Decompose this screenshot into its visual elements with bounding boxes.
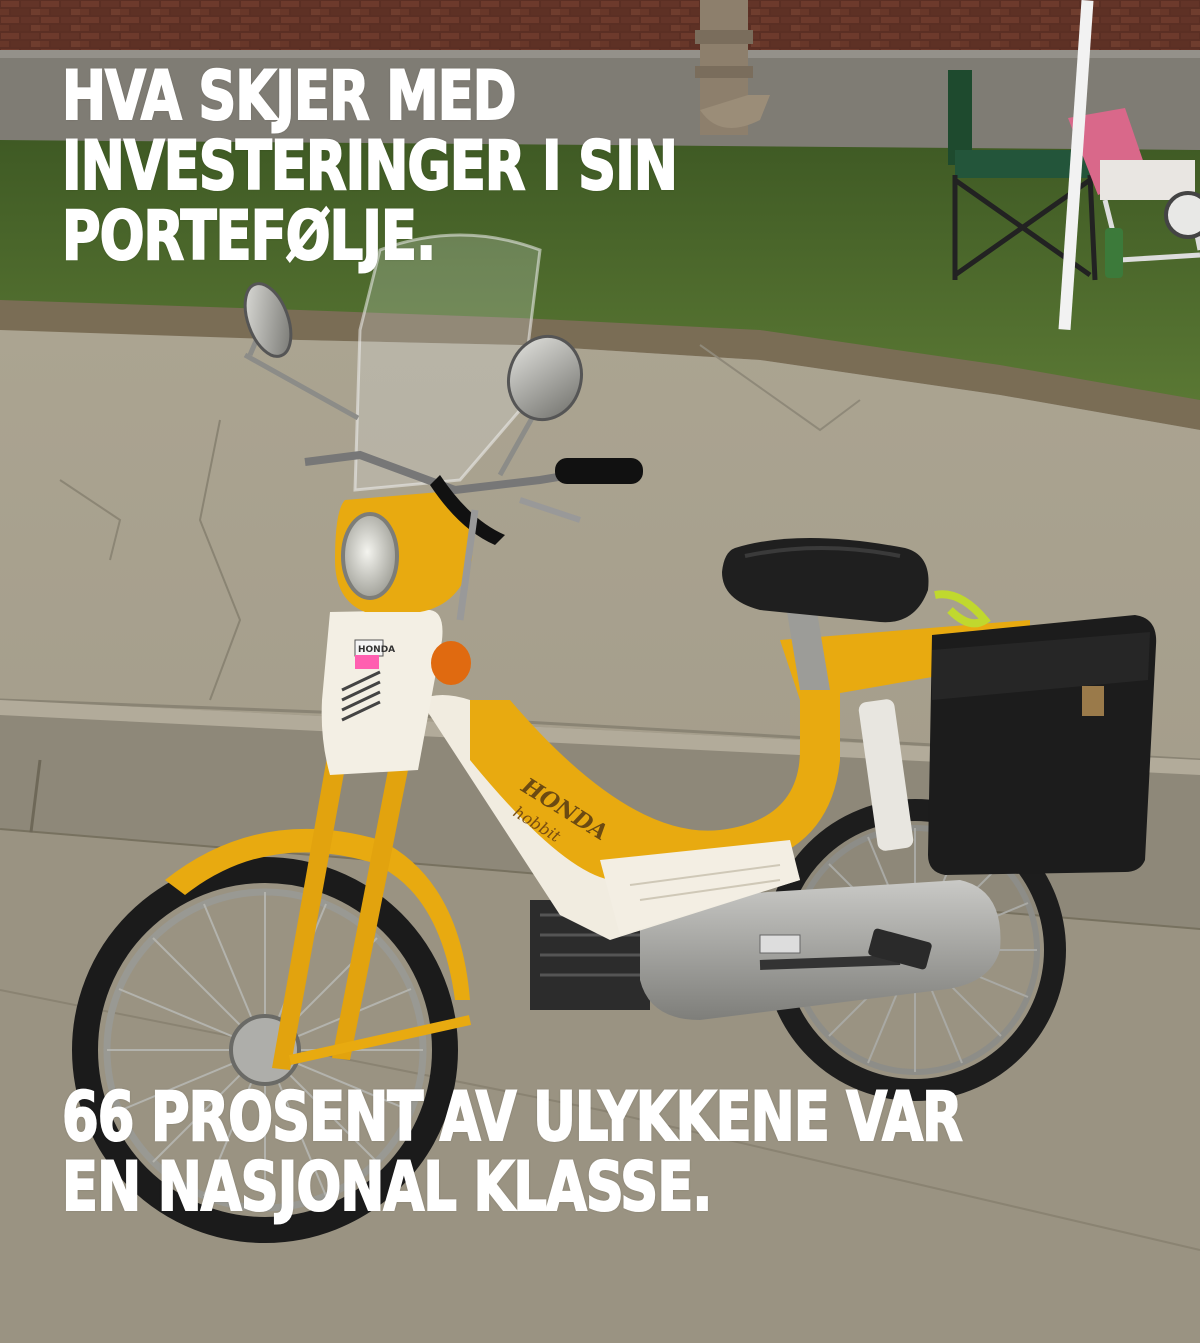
top-caption-line: INVESTERINGER I SIN [61,127,679,206]
top-caption-line: PORTEFØLJE. [61,197,437,276]
bottom-caption-line: 66 PROSENT AV ULYKKENE VAR [61,1078,963,1157]
top-caption-line: HVA SKJER MED [61,57,517,136]
meme-image: HONDA hobbit HONDA HVA SKJER MED INVESTE… [0,0,1200,1343]
front-badge: HONDA [358,645,395,655]
bottom-caption: 66 PROSENT AV ULYKKENE VAR EN NASJONAL K… [61,1078,963,1227]
saddlebag [928,615,1157,875]
top-caption: HVA SKJER MED INVESTERINGER I SIN PORTEF… [61,57,679,276]
bottom-caption-line: EN NASJONAL KLASSE. [61,1148,713,1227]
